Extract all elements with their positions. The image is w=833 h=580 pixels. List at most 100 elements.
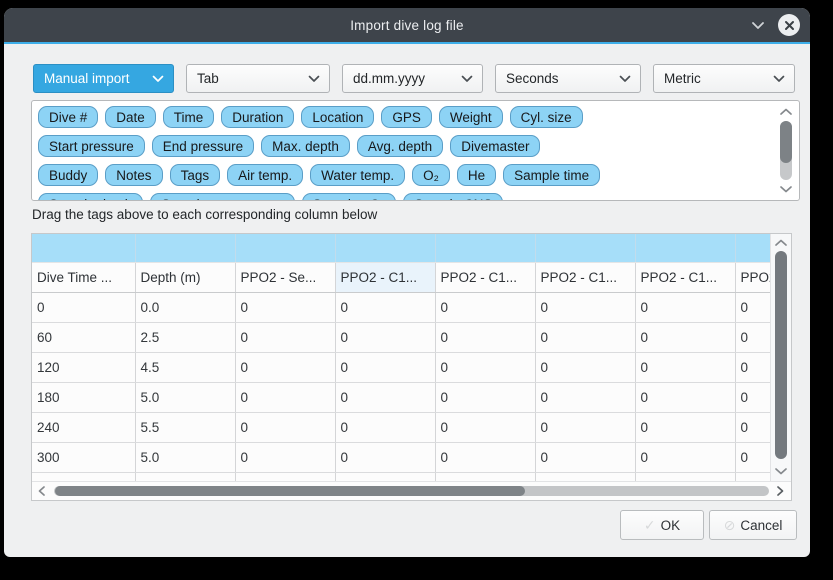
table-row: 3005.0000000	[32, 442, 771, 472]
time-format-select[interactable]: Seconds	[495, 64, 641, 93]
table-cell: 5.5	[135, 412, 235, 442]
table-cell: 5.0	[135, 442, 235, 472]
table-vscrollbar[interactable]	[770, 234, 791, 482]
scrollbar-thumb[interactable]	[775, 251, 787, 459]
table-cell: 60	[32, 322, 135, 352]
scrollbar-thumb[interactable]	[780, 121, 792, 163]
field-tag[interactable]: Buddy	[38, 164, 98, 186]
window-title: Import dive log file	[350, 18, 464, 33]
drag-hint-label: Drag the tags above to each correspondin…	[32, 207, 377, 222]
table-cell: 0	[435, 382, 535, 412]
column-drop-target[interactable]	[335, 234, 435, 262]
chevron-down-icon[interactable]	[750, 17, 766, 33]
scroll-up-icon[interactable]	[779, 107, 793, 117]
field-tag[interactable]: Sample depth	[38, 193, 143, 201]
units-select[interactable]: Metric	[653, 64, 795, 93]
table-cell: 0	[635, 292, 735, 322]
column-header: PPO2 - C1...	[535, 262, 635, 292]
chevron-down-icon	[461, 75, 473, 83]
import-type-select[interactable]: Manual import	[33, 64, 174, 93]
date-format-select[interactable]: dd.mm.yyyy	[342, 64, 483, 93]
table-cell: 0	[535, 322, 635, 352]
column-drop-target[interactable]	[635, 234, 735, 262]
scrollbar-thumb[interactable]	[55, 486, 525, 496]
import-type-value: Manual import	[44, 71, 130, 86]
table-row: 1204.5000000	[32, 352, 771, 382]
field-tag[interactable]: Date	[105, 106, 156, 128]
field-separator-value: Tab	[197, 71, 219, 86]
field-tag[interactable]: Sample temperature	[150, 193, 294, 201]
field-tag[interactable]: Cyl. size	[510, 106, 583, 128]
table-cell: 0	[535, 382, 635, 412]
column-drop-target[interactable]	[735, 234, 771, 262]
field-tag[interactable]: He	[457, 164, 496, 186]
field-tag[interactable]: Divemaster	[450, 135, 540, 157]
field-tag[interactable]: Dive #	[38, 106, 98, 128]
column-drop-target[interactable]	[535, 234, 635, 262]
scroll-down-icon[interactable]	[774, 466, 788, 476]
cancel-button[interactable]: ⊘ Cancel	[709, 510, 797, 540]
column-drop-target[interactable]	[435, 234, 535, 262]
tag-row: Buddy Notes Tags Air temp. Water temp. O₂ He Sa…	[38, 164, 773, 186]
table-cell: 180	[32, 382, 135, 412]
table-cell: 0	[735, 412, 771, 442]
field-tag[interactable]: Location	[301, 106, 374, 128]
field-tag[interactable]: Avg. depth	[357, 135, 443, 157]
column-header: PPO2 - Se...	[235, 262, 335, 292]
field-tag[interactable]: O₂	[412, 164, 450, 186]
field-tag[interactable]: Air temp.	[227, 164, 303, 186]
table-cell: 2.5	[135, 322, 235, 352]
table-cell: 0	[735, 442, 771, 472]
field-tag[interactable]: End pressure	[152, 135, 254, 157]
field-tag[interactable]: Sample time	[503, 164, 600, 186]
close-button[interactable]	[778, 14, 800, 36]
tags-scrollbar[interactable]	[777, 105, 795, 196]
column-drop-target[interactable]	[32, 234, 135, 262]
table-hscrollbar[interactable]	[32, 481, 791, 500]
table-cell: 0	[735, 382, 771, 412]
field-tag[interactable]: Sample pO₂	[302, 193, 397, 201]
table-row: 1805.0000000	[32, 382, 771, 412]
table-cell: 0	[32, 292, 135, 322]
scroll-up-icon[interactable]	[774, 238, 788, 248]
field-tag[interactable]: Time	[163, 106, 215, 128]
table-cell: 0.0	[135, 292, 235, 322]
table-cell: 0	[735, 322, 771, 352]
field-tag[interactable]: Start pressure	[38, 135, 145, 157]
column-header: PPO2 - C1...	[435, 262, 535, 292]
field-tag[interactable]: Max. depth	[261, 135, 350, 157]
column-header: PPO2 - C1...	[335, 262, 435, 292]
chevron-down-icon	[773, 75, 785, 83]
table-cell: 0	[435, 352, 535, 382]
titlebar[interactable]: Import dive log file	[4, 8, 810, 42]
table-cell: 0	[235, 442, 335, 472]
field-tag[interactable]: Tags	[170, 164, 221, 186]
chevron-down-icon	[152, 75, 164, 83]
field-tag[interactable]: Weight	[439, 106, 503, 128]
table-cell: 240	[32, 412, 135, 442]
column-header: PPO2 - C1...	[635, 262, 735, 292]
field-tag[interactable]: Water temp.	[310, 164, 405, 186]
scroll-left-icon[interactable]	[37, 485, 47, 497]
table-cell: 0	[635, 442, 735, 472]
table-cell: 5.0	[135, 382, 235, 412]
scroll-right-icon[interactable]	[775, 485, 785, 497]
field-tag[interactable]: GPS	[381, 106, 432, 128]
close-icon	[784, 20, 795, 31]
table-cell: 0	[635, 382, 735, 412]
column-drop-target[interactable]	[235, 234, 335, 262]
table-row: 2405.5000000	[32, 412, 771, 442]
field-separator-select[interactable]: Tab	[186, 64, 330, 93]
ok-button[interactable]: ✓ OK	[620, 510, 704, 540]
field-tag[interactable]: Sample CNS	[403, 193, 503, 201]
field-tags-panel: Dive # Date Time Duration Location GPS Weight C…	[31, 100, 800, 201]
scroll-down-icon[interactable]	[779, 184, 793, 194]
column-drop-target[interactable]	[135, 234, 235, 262]
table-cell: 0	[535, 412, 635, 442]
import-preview-table: Dive Time ...Depth (m)PPO2 - Se...PPO2 -…	[31, 233, 792, 501]
table-cell: 0	[335, 382, 435, 412]
table-cell: 0	[335, 442, 435, 472]
field-tag[interactable]: Notes	[105, 164, 162, 186]
tag-row: Sample depth Sample temperature Sample pO₂…	[38, 193, 773, 201]
field-tag[interactable]: Duration	[221, 106, 294, 128]
